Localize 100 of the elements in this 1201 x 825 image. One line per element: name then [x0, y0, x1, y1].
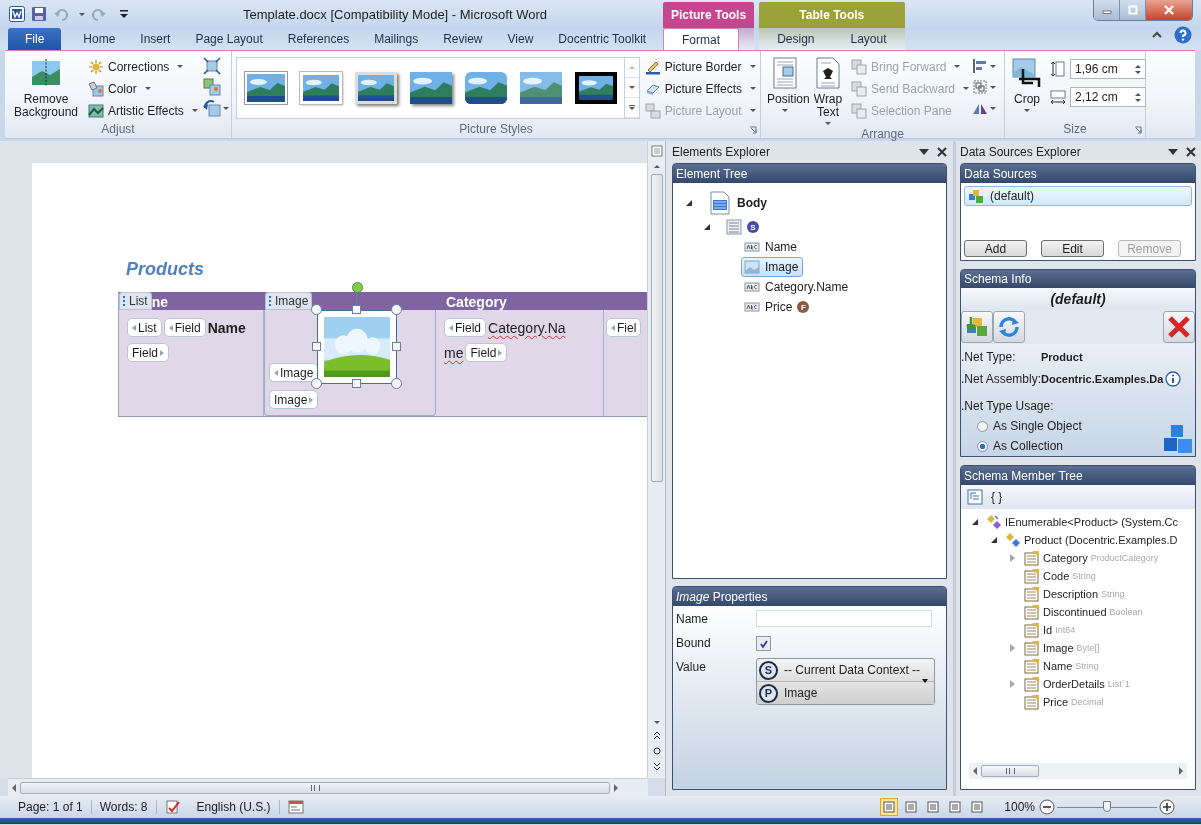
zoom-slider-thumb[interactable] — [1103, 800, 1111, 812]
resize-handle[interactable] — [391, 378, 403, 389]
schema-member[interactable]: Price Decimal — [1024, 694, 1104, 710]
view-button[interactable] — [880, 798, 899, 816]
language-indicator[interactable]: English (U.S.) — [188, 800, 280, 814]
word-count[interactable]: Words: 8 — [91, 800, 157, 814]
tree-toggle[interactable] — [991, 537, 997, 543]
image-frame[interactable] — [317, 310, 398, 384]
ribbon-tab[interactable]: Page Layout — [184, 28, 274, 50]
ribbon-menu-button[interactable]: Color — [88, 79, 198, 98]
scroll-thumb[interactable] — [20, 781, 610, 794]
content-control-tag[interactable]: Field — [127, 343, 169, 362]
schema-member[interactable]: Code String — [1024, 568, 1096, 584]
content-control-tag[interactable]: Field — [444, 318, 486, 337]
ribbon-menu-button[interactable]: Artistic Effects — [88, 101, 198, 120]
ribbon-tab[interactable]: Format — [663, 28, 739, 50]
import-schema-button[interactable] — [961, 311, 993, 343]
schema-member[interactable]: OrderDetails List`1 — [1024, 676, 1130, 692]
picture-style-option[interactable] — [410, 72, 452, 104]
panel-button[interactable]: Edit — [1041, 240, 1104, 257]
previous-page-icon[interactable] — [651, 730, 662, 740]
dialog-launcher-icon[interactable] — [1134, 126, 1142, 134]
ribbon-tab[interactable]: File — [8, 28, 62, 50]
resize-handle[interactable] — [311, 304, 323, 315]
schema-member[interactable]: Image Byte[] — [1024, 640, 1100, 656]
resize-handle[interactable] — [392, 342, 402, 351]
braces-toggle[interactable]: { } — [991, 490, 1003, 504]
radio-button[interactable] — [977, 440, 988, 452]
close-button[interactable] — [1146, 0, 1192, 20]
zoom-level[interactable]: 100% — [996, 800, 1039, 814]
customize-menu-icon[interactable] — [119, 9, 129, 19]
tree-toggle[interactable] — [1010, 644, 1015, 652]
resize-handle[interactable] — [311, 378, 323, 389]
tree-item[interactable]: Category.Name — [741, 277, 854, 297]
horizontal-scrollbar[interactable] — [8, 778, 648, 796]
resize-handle[interactable] — [352, 305, 362, 314]
radio-button[interactable] — [977, 420, 988, 432]
content-control-tag[interactable]: List — [127, 318, 162, 337]
delete-button[interactable] — [1163, 311, 1195, 343]
word-logo-icon[interactable] — [9, 6, 25, 22]
pane-menu-icon[interactable] — [1168, 149, 1178, 155]
info-icon[interactable] — [1165, 371, 1182, 387]
width-field[interactable]: 2,12 cm — [1070, 87, 1146, 107]
pane-menu-icon[interactable] — [919, 149, 929, 155]
reset-picture-icon[interactable] — [202, 99, 229, 117]
ribbon-tab[interactable]: Mailings — [363, 28, 430, 50]
height-field[interactable]: 1,96 cm — [1070, 59, 1146, 79]
binding-dropdown[interactable]: S -- Current Data Context -- P Image — [756, 658, 935, 705]
align-icon[interactable] — [972, 57, 999, 75]
close-icon[interactable] — [1186, 147, 1196, 157]
tree-toggle[interactable] — [686, 200, 692, 206]
resize-handle[interactable] — [391, 304, 403, 315]
collapse-ribbon-icon[interactable] — [1152, 30, 1162, 40]
content-control-tag[interactable]: Fiel — [606, 318, 642, 337]
tree-toggle[interactable] — [704, 224, 710, 230]
schema-member[interactable]: IEnumerable<Product> (System.Cc — [986, 514, 1179, 530]
restore-button[interactable] — [1120, 0, 1146, 20]
content-control-tag[interactable]: Image — [269, 390, 319, 409]
schema-member[interactable]: Id Int64 — [1024, 622, 1076, 638]
content-control-tag[interactable]: List — [119, 292, 152, 310]
tree-toggle[interactable] — [1010, 680, 1015, 688]
macro-icon[interactable] — [287, 799, 304, 815]
help-icon[interactable] — [1174, 26, 1192, 44]
ribbon-tab[interactable]: Layout — [832, 28, 905, 50]
ribbon-tab[interactable]: View — [496, 28, 545, 50]
picture-styles-gallery[interactable] — [236, 57, 640, 119]
next-page-icon[interactable] — [651, 762, 662, 772]
panel-button[interactable]: Add — [964, 240, 1027, 257]
ribbon-tab[interactable]: Insert — [129, 28, 182, 50]
scroll-thumb[interactable] — [981, 765, 1039, 777]
schema-member[interactable]: Name String — [1024, 658, 1099, 674]
scroll-thumb[interactable] — [650, 174, 663, 482]
tree-item[interactable]: Name — [741, 237, 802, 257]
tree-toggle[interactable] — [1010, 554, 1015, 562]
picture-style-option[interactable] — [575, 72, 617, 104]
picture-style-option[interactable] — [465, 72, 507, 104]
ribbon-menu-button[interactable]: Picture Border — [644, 57, 756, 76]
ribbon-large-button[interactable]: Wrap Text — [808, 55, 848, 127]
tree-toggle[interactable] — [972, 519, 978, 525]
tree-item[interactable]: Image — [741, 257, 804, 277]
content-control-tag[interactable]: Image — [269, 363, 319, 382]
content-control-tag[interactable]: Field — [163, 318, 206, 337]
ribbon-tab[interactable]: References — [276, 28, 361, 50]
save-icon[interactable] — [31, 6, 47, 22]
change-picture-icon[interactable] — [202, 78, 221, 96]
ribbon-menu-button[interactable]: Picture Effects — [644, 79, 756, 98]
zoom-in-icon[interactable] — [1159, 799, 1175, 815]
ribbon-tab[interactable]: Design — [759, 28, 833, 50]
browse-object-icon[interactable] — [651, 746, 662, 756]
name-input[interactable] — [756, 610, 932, 627]
page-count[interactable]: Page: 1 of 1 — [10, 800, 92, 814]
checkbox[interactable] — [756, 636, 771, 651]
tree-item[interactable]: Price F — [741, 297, 815, 317]
ruler-icon[interactable] — [650, 145, 663, 157]
group-objects-icon[interactable] — [972, 78, 999, 96]
vertical-scrollbar[interactable] — [647, 141, 665, 778]
tree-item[interactable]: Body — [705, 189, 772, 217]
refresh-button[interactable] — [993, 311, 1025, 343]
remove-background-button[interactable]: Remove Background — [9, 55, 83, 122]
horizontal-scrollbar[interactable] — [969, 763, 1187, 779]
